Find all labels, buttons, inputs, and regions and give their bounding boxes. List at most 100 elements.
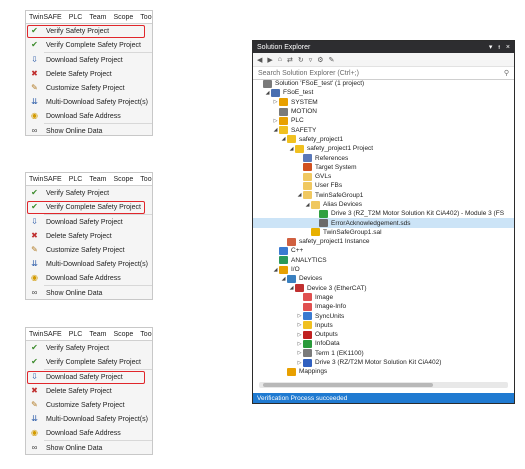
menu-item-download-safety-project[interactable]: ⇩ Download Safety Project <box>26 53 152 67</box>
expand-arrow-icon[interactable]: ▷ <box>296 341 303 347</box>
menu-item-download-safety-project[interactable]: ⇩ Download Safety Project <box>26 215 152 229</box>
close-icon[interactable]: × <box>506 44 510 51</box>
tree-node[interactable]: Image <box>253 293 514 302</box>
tree-node[interactable]: ◢ I/O <box>253 265 514 274</box>
tree-node[interactable]: ◢ Devices <box>253 274 514 283</box>
tree-node[interactable]: GVLs <box>253 172 514 181</box>
menu-item-verify-safety-project[interactable]: ✔ Verify Safety Project <box>26 341 152 355</box>
menu-item-verify-complete-safety-project[interactable]: ✔ Verify Complete Safety Project <box>26 355 152 369</box>
menu-bar-item-tools[interactable]: Tools <box>140 331 152 338</box>
tree-node[interactable]: Image-Info <box>253 302 514 311</box>
menu-item-delete-safety-project[interactable]: ✖ Delete Safety Project <box>26 384 152 398</box>
menu-item-verify-complete-safety-project[interactable]: ✔ Verify Complete Safety Project <box>26 38 152 52</box>
menu-item-download-safe-address[interactable]: ◉ Download Safe Address <box>26 271 152 285</box>
menu-item-download-safe-address[interactable]: ◉ Download Safe Address <box>26 109 152 123</box>
tree-node[interactable]: User FBs <box>253 181 514 190</box>
collapse-arrow-icon[interactable]: ◢ <box>280 276 287 282</box>
menu-item-verify-safety-project[interactable]: ✔ Verify Safety Project <box>26 186 152 200</box>
horizontal-scrollbar[interactable] <box>259 382 508 388</box>
tree-node[interactable]: ▷ SyncUnits <box>253 311 514 321</box>
tree-node[interactable]: Solution 'FSoE_test' (1 project) <box>253 79 514 88</box>
pin-icon[interactable]: ✎ <box>329 56 335 64</box>
tree-node[interactable]: C++ <box>253 246 514 255</box>
tree-node[interactable]: ◢ Device 3 (EtherCAT) <box>253 284 514 293</box>
tree-node[interactable]: ◢ SAFETY <box>253 125 514 135</box>
menu-item-multi-download-safety-project-s[interactable]: ⇊ Multi-Download Safety Project(s) <box>26 95 152 109</box>
menu-bar-item-twinsafe[interactable]: TwinSAFE <box>29 176 62 183</box>
tree-node[interactable]: ◢ TwinSafeGroup1 <box>253 191 514 200</box>
expand-arrow-icon[interactable]: ▷ <box>272 118 279 124</box>
menu-item-customize-safety-project[interactable]: ✎ Customize Safety Project <box>26 243 152 257</box>
collapse-arrow-icon[interactable]: ◢ <box>272 127 279 133</box>
menu-bar-item-plc[interactable]: PLC <box>69 14 83 21</box>
tree-node[interactable]: Target System <box>253 163 514 172</box>
forward-icon[interactable]: ▶ <box>267 56 272 64</box>
tree-node[interactable]: ▷ SYSTEM <box>253 98 514 107</box>
collapse-arrow-icon[interactable]: ◢ <box>272 267 279 273</box>
tree-node[interactable]: ◢ FSoE_test <box>253 88 514 97</box>
search-icon[interactable]: ⚲ <box>504 69 509 77</box>
menu-item-multi-download-safety-project-s[interactable]: ⇊ Multi-Download Safety Project(s) <box>26 412 152 426</box>
tree-node[interactable]: safety_project1 Instance <box>253 237 514 246</box>
menu-item-multi-download-safety-project-s[interactable]: ⇊ Multi-Download Safety Project(s) <box>26 257 152 271</box>
menu-item-show-online-data[interactable]: ∞ Show Online Data <box>26 441 152 454</box>
tree-node[interactable]: ▷ Drive 3 (RZ/T2M Motor Solution Kit CiA4… <box>253 358 514 367</box>
tree-node[interactable]: ▷ Term 1 (EK1100) <box>253 349 514 358</box>
tree-node[interactable]: ▷ InfoData <box>253 339 514 348</box>
menu-bar-item-twinsafe[interactable]: TwinSAFE <box>29 331 62 338</box>
menu-item-show-online-data[interactable]: ∞ Show Online Data <box>26 124 152 135</box>
menu-item-delete-safety-project[interactable]: ✖ Delete Safety Project <box>26 229 152 243</box>
menu-bar-item-scope[interactable]: Scope <box>113 331 133 338</box>
tree-node[interactable]: ▷ Outputs <box>253 330 514 339</box>
settings-icon[interactable]: ⚙ <box>317 56 323 64</box>
menu-bar-item-tools[interactable]: Tools <box>140 14 152 21</box>
tree-node[interactable]: Drive 3 (RZ_T2M Motor Solution Kit CiA40… <box>253 209 514 218</box>
collapse-arrow-icon[interactable]: ◢ <box>304 202 311 208</box>
expand-arrow-icon[interactable]: ▷ <box>296 322 303 328</box>
menu-bar-item-team[interactable]: Team <box>89 331 106 338</box>
menu-bar-item-team[interactable]: Team <box>89 14 106 21</box>
home-icon[interactable]: ⌂ <box>278 56 282 63</box>
tree-node[interactable]: References <box>253 153 514 163</box>
tree-node[interactable]: MOTION <box>253 107 514 116</box>
collapse-arrow-icon[interactable]: ◢ <box>264 90 271 96</box>
menu-bar-item-twinsafe[interactable]: TwinSAFE <box>29 14 62 21</box>
collapse-arrow-icon[interactable]: ◢ <box>288 285 295 291</box>
menu-bar-item-plc[interactable]: PLC <box>69 176 83 183</box>
menu-bar-item-tools[interactable]: Tools <box>140 176 152 183</box>
menu-bar-item-team[interactable]: Team <box>89 176 106 183</box>
expand-arrow-icon[interactable]: ▷ <box>296 332 303 338</box>
menu-item-customize-safety-project[interactable]: ✎ Customize Safety Project <box>26 398 152 412</box>
menu-item-show-online-data[interactable]: ∞ Show Online Data <box>26 286 152 299</box>
menu-item-download-safety-project[interactable]: ⇩ Download Safety Project <box>26 370 152 384</box>
tree-node[interactable]: Mappings <box>253 367 514 376</box>
menu-bar-item-scope[interactable]: Scope <box>113 176 133 183</box>
back-icon[interactable]: ◀ <box>257 56 262 64</box>
tree-node[interactable]: TwinSafeGroup1.sal <box>253 228 514 237</box>
tree-node[interactable]: ANALYTICS <box>253 256 514 265</box>
menu-bar-item-scope[interactable]: Scope <box>113 14 133 21</box>
tree-node[interactable]: ◢ safety_project1 Project <box>253 144 514 153</box>
sync-icon[interactable]: ⇄ <box>287 56 293 64</box>
refresh-icon[interactable]: ↻ <box>298 56 304 64</box>
collapse-arrow-icon[interactable]: ◢ <box>280 136 287 142</box>
scrollbar-thumb[interactable] <box>263 383 433 387</box>
expand-arrow-icon[interactable]: ▷ <box>272 99 279 105</box>
menu-item-verify-safety-project[interactable]: ✔ Verify Safety Project <box>26 24 152 38</box>
tree-node[interactable]: ErrorAcknowledgement.sds <box>253 218 514 228</box>
menu-item-delete-safety-project[interactable]: ✖ Delete Safety Project <box>26 67 152 81</box>
dropdown-icon[interactable]: ▾ <box>489 44 493 51</box>
expand-arrow-icon[interactable]: ▷ <box>296 313 303 319</box>
pin-icon[interactable]: ᵻ <box>498 44 500 51</box>
expand-arrow-icon[interactable]: ▷ <box>296 360 303 366</box>
menu-bar-item-plc[interactable]: PLC <box>69 331 83 338</box>
menu-item-download-safe-address[interactable]: ◉ Download Safe Address <box>26 426 152 440</box>
menu-item-customize-safety-project[interactable]: ✎ Customize Safety Project <box>26 81 152 95</box>
collapse-arrow-icon[interactable]: ◢ <box>288 146 295 152</box>
tree-node[interactable]: ◢ safety_project1 <box>253 135 514 144</box>
expand-arrow-icon[interactable]: ▷ <box>296 350 303 356</box>
tree-node[interactable]: ▷ PLC <box>253 116 514 125</box>
menu-item-verify-complete-safety-project[interactable]: ✔ Verify Complete Safety Project <box>26 200 152 214</box>
tree-node[interactable]: ▷ Inputs <box>253 321 514 330</box>
filter-icon[interactable]: ▿ <box>309 56 313 64</box>
